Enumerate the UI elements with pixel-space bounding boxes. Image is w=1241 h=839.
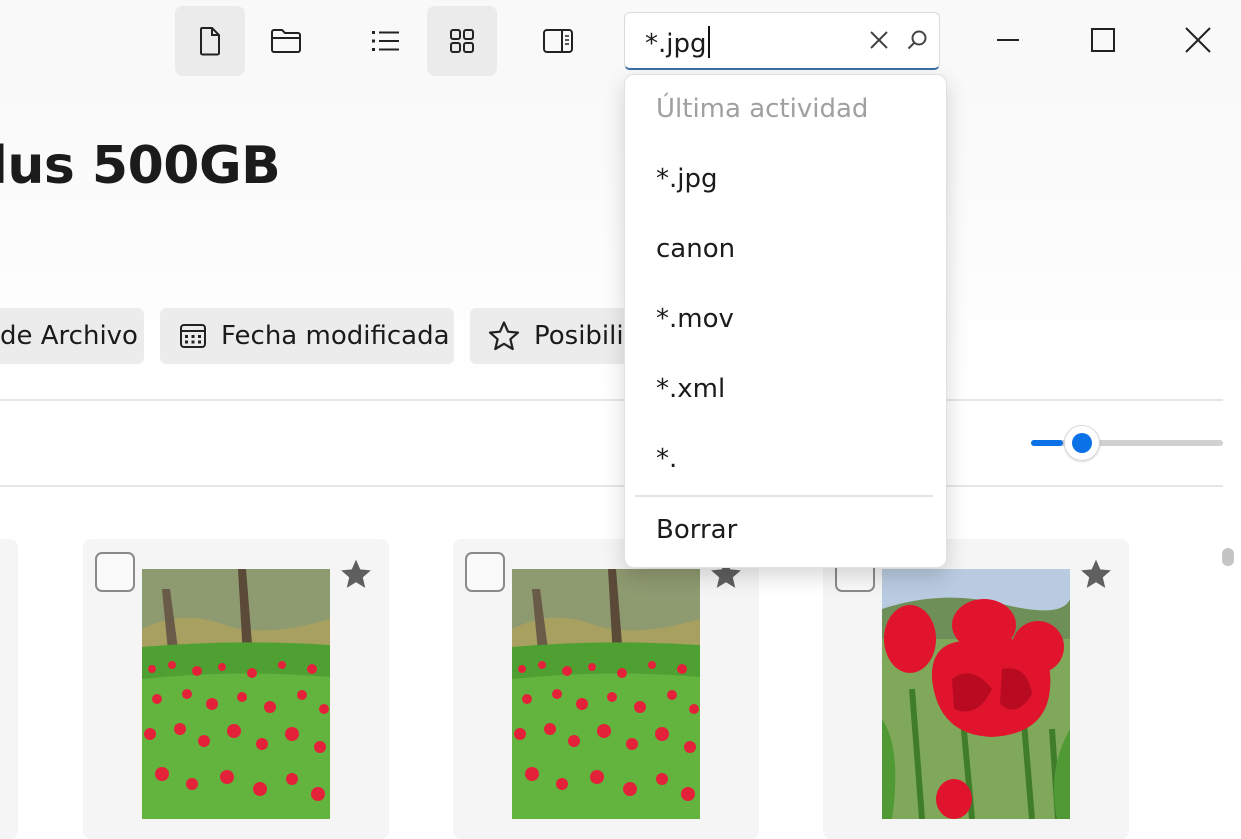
- photo-thumbnail: [142, 569, 330, 819]
- photo-card[interactable]: [823, 539, 1129, 839]
- suggestion-item[interactable]: *.: [656, 444, 677, 474]
- suggestion-item[interactable]: *.jpg: [656, 164, 718, 194]
- new-file-button[interactable]: [175, 6, 245, 76]
- list-view-button[interactable]: [351, 6, 421, 76]
- open-folder-button[interactable]: [251, 6, 321, 76]
- folder-icon: [271, 29, 301, 53]
- dropdown-divider: [635, 495, 933, 497]
- suggestion-item[interactable]: canon: [656, 234, 735, 264]
- grid-view-icon: [450, 29, 474, 53]
- maximize-button[interactable]: [1073, 10, 1133, 70]
- select-checkbox[interactable]: [465, 552, 505, 592]
- zoom-slider-thumb[interactable]: [1064, 425, 1100, 461]
- search-value: *.jpg: [645, 29, 707, 59]
- toolbar-divider: [0, 485, 1223, 487]
- text-caret: [707, 26, 710, 58]
- suggestion-item[interactable]: *.mov: [656, 304, 734, 334]
- photo-thumbnail: [512, 569, 700, 819]
- photo-thumbnail: [882, 569, 1070, 819]
- zoom-slider-fill: [1031, 440, 1063, 446]
- minimize-button[interactable]: [978, 10, 1038, 70]
- photo-card-partial[interactable]: [0, 539, 18, 839]
- minimize-icon: [997, 39, 1019, 41]
- close-icon[interactable]: [867, 28, 891, 52]
- grid-view-button[interactable]: [427, 6, 497, 76]
- list-view-icon: [372, 31, 399, 51]
- close-icon: [1185, 27, 1211, 53]
- filter-chip-date-modified[interactable]: Fecha modificada: [160, 308, 454, 364]
- filter-chip-label: de Archivo: [0, 321, 138, 351]
- close-window-button[interactable]: [1168, 10, 1228, 70]
- maximize-icon: [1091, 28, 1115, 52]
- clear-history-button[interactable]: Borrar: [656, 515, 737, 545]
- header-divider: [0, 399, 1223, 401]
- vertical-scrollbar[interactable]: [1222, 548, 1234, 566]
- star-outline-icon: [488, 321, 520, 351]
- photo-card[interactable]: [83, 539, 389, 839]
- details-pane-button[interactable]: [523, 6, 593, 76]
- search-suggestions-dropdown: Última actividad *.jpg canon *.mov *.xml…: [624, 74, 947, 568]
- file-icon: [200, 27, 220, 56]
- recent-activity-header: Última actividad: [656, 94, 869, 124]
- calendar-icon: [180, 324, 206, 348]
- favorite-star-icon[interactable]: [339, 557, 373, 591]
- select-checkbox[interactable]: [95, 552, 135, 592]
- page-title: lus 500GB: [0, 136, 281, 196]
- filter-chip-label: Fecha modificada: [221, 321, 450, 351]
- details-pane-icon: [543, 29, 573, 53]
- filter-chip-label: Posibilid: [534, 321, 630, 351]
- search-icon[interactable]: [905, 28, 929, 52]
- favorite-star-icon[interactable]: [1079, 557, 1113, 591]
- photo-card[interactable]: [453, 539, 759, 839]
- filter-chip-rating[interactable]: Posibilid: [470, 308, 630, 364]
- search-input[interactable]: *.jpg: [624, 12, 940, 70]
- filter-chip-file-type[interactable]: de Archivo: [0, 308, 144, 364]
- suggestion-item[interactable]: *.xml: [656, 374, 725, 404]
